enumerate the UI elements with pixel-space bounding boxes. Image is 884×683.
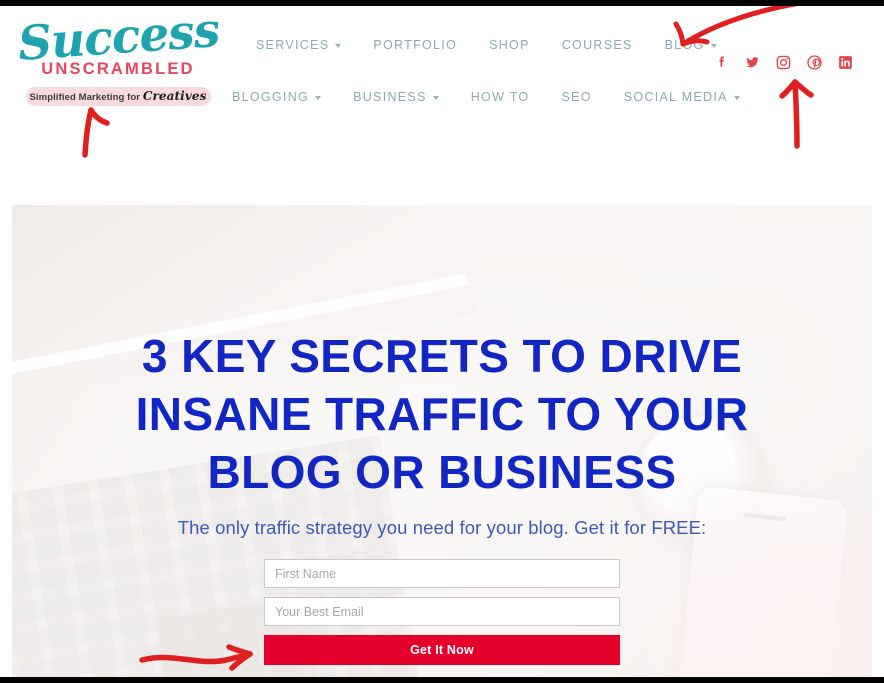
nav-label-blogging: BLOGGING (232, 90, 310, 104)
social-links (713, 54, 854, 71)
optin-form: Get It Now (264, 559, 620, 665)
nav-item-shop[interactable]: SHOP (489, 38, 530, 52)
nav-item-services[interactable]: SERVICES (256, 38, 342, 52)
nav-item-business[interactable]: BUSINESS (353, 90, 439, 104)
browser-chrome-top (0, 0, 884, 6)
nav-item-seo[interactable]: SEO (561, 90, 591, 104)
chevron-down-icon (733, 96, 740, 100)
nav-item-courses[interactable]: COURSES (562, 38, 633, 52)
chevron-down-icon (710, 44, 717, 48)
nav-item-social-media[interactable]: SOCIAL MEDIA (624, 90, 740, 104)
nav-label-seo: SEO (561, 90, 592, 104)
nav-row-secondary: BLOGGING BUSINESS HOW TO SEO SOCIAL MEDI… (232, 80, 740, 114)
instagram-icon[interactable] (775, 54, 792, 71)
first-name-input[interactable] (264, 559, 620, 588)
hero-content: 3 KEY SECRETS TO DRIVE INSANE TRAFFIC TO… (12, 205, 872, 665)
chevron-down-icon (432, 96, 439, 100)
nav-label-how-to: HOW TO (470, 90, 530, 104)
nav-label-services: SERVICES (256, 38, 330, 52)
nav-label-courses: COURSES (561, 38, 633, 52)
linkedin-icon[interactable] (837, 54, 854, 71)
facebook-icon[interactable] (713, 54, 730, 71)
site-logo[interactable]: Success UNSCRAMBLED Simplified Marketing… (16, 3, 221, 127)
nav-row-primary: SERVICES PORTFOLIO SHOP COURSES BLOG (232, 28, 717, 62)
chevron-down-icon (335, 44, 342, 48)
nav-item-portfolio[interactable]: PORTFOLIO (373, 38, 457, 52)
nav-item-how-to[interactable]: HOW TO (471, 90, 530, 104)
nav-label-blog: BLOG (664, 38, 705, 52)
main-navigation: SERVICES PORTFOLIO SHOP COURSES BLOG BLO… (232, 28, 740, 114)
hero-section: 3 KEY SECRETS TO DRIVE INSANE TRAFFIC TO… (12, 205, 872, 677)
twitter-icon[interactable] (744, 54, 761, 71)
nav-label-shop: SHOP (489, 38, 530, 52)
site-header: Success UNSCRAMBLED Simplified Marketing… (0, 3, 884, 199)
chevron-down-icon (315, 96, 322, 100)
page-root: Success UNSCRAMBLED Simplified Marketing… (0, 0, 884, 683)
nav-label-portfolio: PORTFOLIO (373, 38, 458, 52)
browser-chrome-bottom (0, 677, 884, 683)
nav-label-social-media: SOCIAL MEDIA (623, 90, 728, 104)
logo-tagline: Simplified Marketing for Creatives (18, 86, 218, 108)
logo-tagline-wrapper: Simplified Marketing for Creatives (18, 86, 218, 108)
get-it-now-button[interactable]: Get It Now (264, 635, 620, 665)
email-input[interactable] (264, 597, 620, 626)
nav-item-blogging[interactable]: BLOGGING (232, 90, 322, 104)
pinterest-icon[interactable] (806, 54, 823, 71)
hero-subheadline: The only traffic strategy you need for y… (177, 517, 707, 538)
hero-headline: 3 KEY SECRETS TO DRIVE INSANE TRAFFIC TO… (135, 330, 749, 498)
logo-tagline-prefix: Simplified Marketing for (29, 92, 143, 103)
logo-tagline-script: Creatives (142, 89, 207, 103)
nav-label-business: BUSINESS (353, 90, 427, 104)
nav-item-blog[interactable]: BLOG (665, 38, 717, 52)
